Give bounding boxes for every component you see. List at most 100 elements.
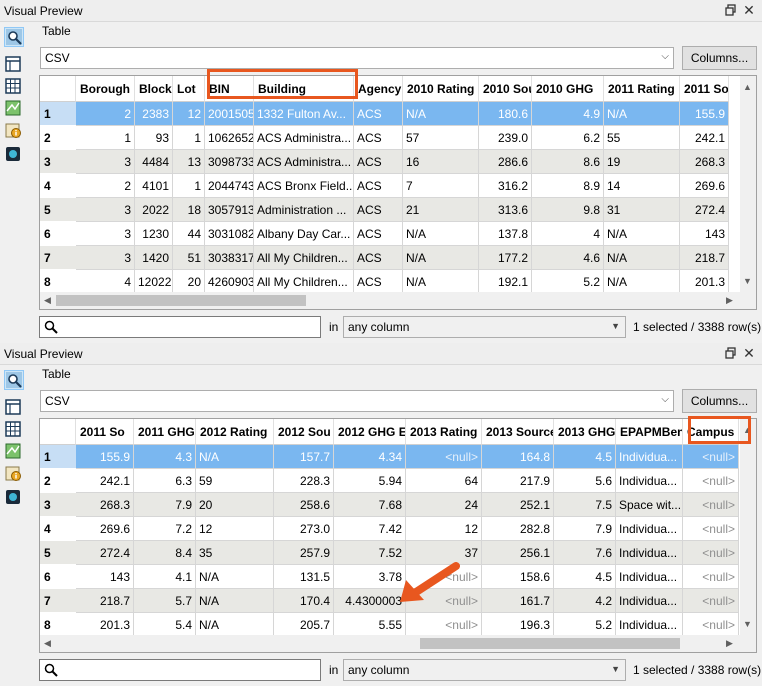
- table-cell[interactable]: N/A: [196, 613, 274, 637]
- table-cell[interactable]: 286.6: [479, 150, 532, 174]
- table-cell[interactable]: Space wit...: [616, 493, 683, 517]
- table-cell[interactable]: N/A: [604, 246, 680, 270]
- table-cell[interactable]: ACS: [354, 126, 403, 150]
- table-cell[interactable]: N/A: [604, 102, 680, 126]
- table-cell[interactable]: 18: [173, 198, 205, 222]
- table-cell[interactable]: 196.3: [482, 613, 554, 637]
- column-header[interactable]: 2012 Rating: [196, 419, 274, 445]
- close-icon[interactable]: ✕: [742, 2, 756, 18]
- table-cell[interactable]: ACS: [354, 150, 403, 174]
- row-header[interactable]: 1: [40, 102, 76, 126]
- table-cell[interactable]: 228.3: [274, 469, 334, 493]
- table-cell[interactable]: 7.2: [134, 517, 196, 541]
- table-cell[interactable]: 3.78: [334, 565, 406, 589]
- table-cell[interactable]: ACS Administra...: [254, 126, 354, 150]
- table-cell[interactable]: 1420: [135, 246, 173, 270]
- table-cell[interactable]: 5.4: [134, 613, 196, 637]
- table-cell[interactable]: ACS: [354, 174, 403, 198]
- table-cell[interactable]: 3057913: [205, 198, 254, 222]
- table-cell[interactable]: 143: [680, 222, 729, 246]
- table-cell[interactable]: 55: [604, 126, 680, 150]
- table-cell[interactable]: Individua...: [616, 613, 683, 637]
- table-cell[interactable]: 7.5: [554, 493, 616, 517]
- table-cell[interactable]: 1: [76, 126, 135, 150]
- table-cell[interactable]: 177.2: [479, 246, 532, 270]
- row-header[interactable]: 8: [40, 613, 76, 637]
- row-header[interactable]: 5: [40, 541, 76, 565]
- column-header[interactable]: EPAPMBen: [616, 419, 683, 445]
- table-cell[interactable]: 16: [403, 150, 479, 174]
- table-cell[interactable]: 137.8: [479, 222, 532, 246]
- inspect-icon[interactable]: [4, 27, 24, 47]
- table-view-icon[interactable]: [4, 55, 24, 75]
- table-cell[interactable]: 59: [196, 469, 274, 493]
- table-cell[interactable]: <null>: [683, 541, 739, 565]
- scroll-right-icon[interactable]: ▶: [726, 638, 733, 649]
- table-cell[interactable]: 218.7: [680, 246, 729, 270]
- table-cell[interactable]: 7: [403, 174, 479, 198]
- table-cell[interactable]: ACS: [354, 102, 403, 126]
- table-cell[interactable]: 2001505: [205, 102, 254, 126]
- table-cell[interactable]: 20: [196, 493, 274, 517]
- table-cell[interactable]: 3: [76, 246, 135, 270]
- table-cell[interactable]: 14: [604, 174, 680, 198]
- row-header[interactable]: 5: [40, 198, 76, 222]
- table-cell[interactable]: 2: [76, 174, 135, 198]
- format-select[interactable]: CSV ⌵: [40, 390, 674, 412]
- table-cell[interactable]: 3: [76, 198, 135, 222]
- table-cell[interactable]: 5.6: [554, 469, 616, 493]
- table-cell[interactable]: 282.8: [482, 517, 554, 541]
- row-header[interactable]: 6: [40, 565, 76, 589]
- table-cell[interactable]: 3031082: [205, 222, 254, 246]
- table-cell[interactable]: N/A: [403, 222, 479, 246]
- table-cell[interactable]: 2: [76, 102, 135, 126]
- table-cell[interactable]: Individua...: [616, 469, 683, 493]
- info-icon[interactable]: [4, 121, 24, 141]
- vertical-scrollbar[interactable]: ▲ ▼: [740, 76, 756, 292]
- column-header[interactable]: 2011 So: [680, 76, 729, 102]
- table-cell[interactable]: 164.8: [482, 445, 554, 469]
- table-cell[interactable]: <null>: [406, 613, 482, 637]
- table-cell[interactable]: 6.2: [532, 126, 604, 150]
- vertical-scrollbar[interactable]: ▲ ▼: [740, 419, 756, 635]
- column-header[interactable]: BIN: [205, 76, 254, 102]
- table-cell[interactable]: 21: [403, 198, 479, 222]
- table-cell[interactable]: 1: [173, 174, 205, 198]
- info-icon[interactable]: [4, 464, 24, 484]
- table-cell[interactable]: 8.4: [134, 541, 196, 565]
- column-header[interactable]: Campus: [683, 419, 739, 445]
- scroll-left-icon[interactable]: ◀: [44, 638, 51, 649]
- column-header[interactable]: 2011 GHG: [134, 419, 196, 445]
- table-cell[interactable]: 31: [604, 198, 680, 222]
- table-cell[interactable]: 3038317: [205, 246, 254, 270]
- map-icon[interactable]: [4, 442, 24, 462]
- table-cell[interactable]: 19: [604, 150, 680, 174]
- table-cell[interactable]: <null>: [683, 445, 739, 469]
- row-header[interactable]: 7: [40, 246, 76, 270]
- table-cell[interactable]: 155.9: [680, 102, 729, 126]
- table-cell[interactable]: 12: [196, 517, 274, 541]
- grid-icon[interactable]: [4, 420, 24, 440]
- format-select[interactable]: CSV ⌵: [40, 47, 674, 69]
- table-cell[interactable]: 218.7: [76, 589, 134, 613]
- table-cell[interactable]: Individua...: [616, 541, 683, 565]
- table-cell[interactable]: All My Children...: [254, 246, 354, 270]
- scroll-thumb[interactable]: [420, 638, 680, 649]
- column-header[interactable]: Agency: [354, 76, 403, 102]
- table-cell[interactable]: 257.9: [274, 541, 334, 565]
- table-cell[interactable]: 51: [173, 246, 205, 270]
- row-header[interactable]: 3: [40, 150, 76, 174]
- column-header[interactable]: Borough: [76, 76, 135, 102]
- table-cell[interactable]: 161.7: [482, 589, 554, 613]
- table-cell[interactable]: N/A: [403, 102, 479, 126]
- table-cell[interactable]: Administration ...: [254, 198, 354, 222]
- row-header[interactable]: 7: [40, 589, 76, 613]
- table-cell[interactable]: Individua...: [616, 517, 683, 541]
- table-cell[interactable]: 143: [76, 565, 134, 589]
- table-cell[interactable]: 1332 Fulton Av...: [254, 102, 354, 126]
- table-cell[interactable]: 256.1: [482, 541, 554, 565]
- column-header[interactable]: 2010 Sou: [479, 76, 532, 102]
- column-header[interactable]: 2013 Rating: [406, 419, 482, 445]
- table-cell[interactable]: 4.5: [554, 445, 616, 469]
- grid-icon[interactable]: [4, 77, 24, 97]
